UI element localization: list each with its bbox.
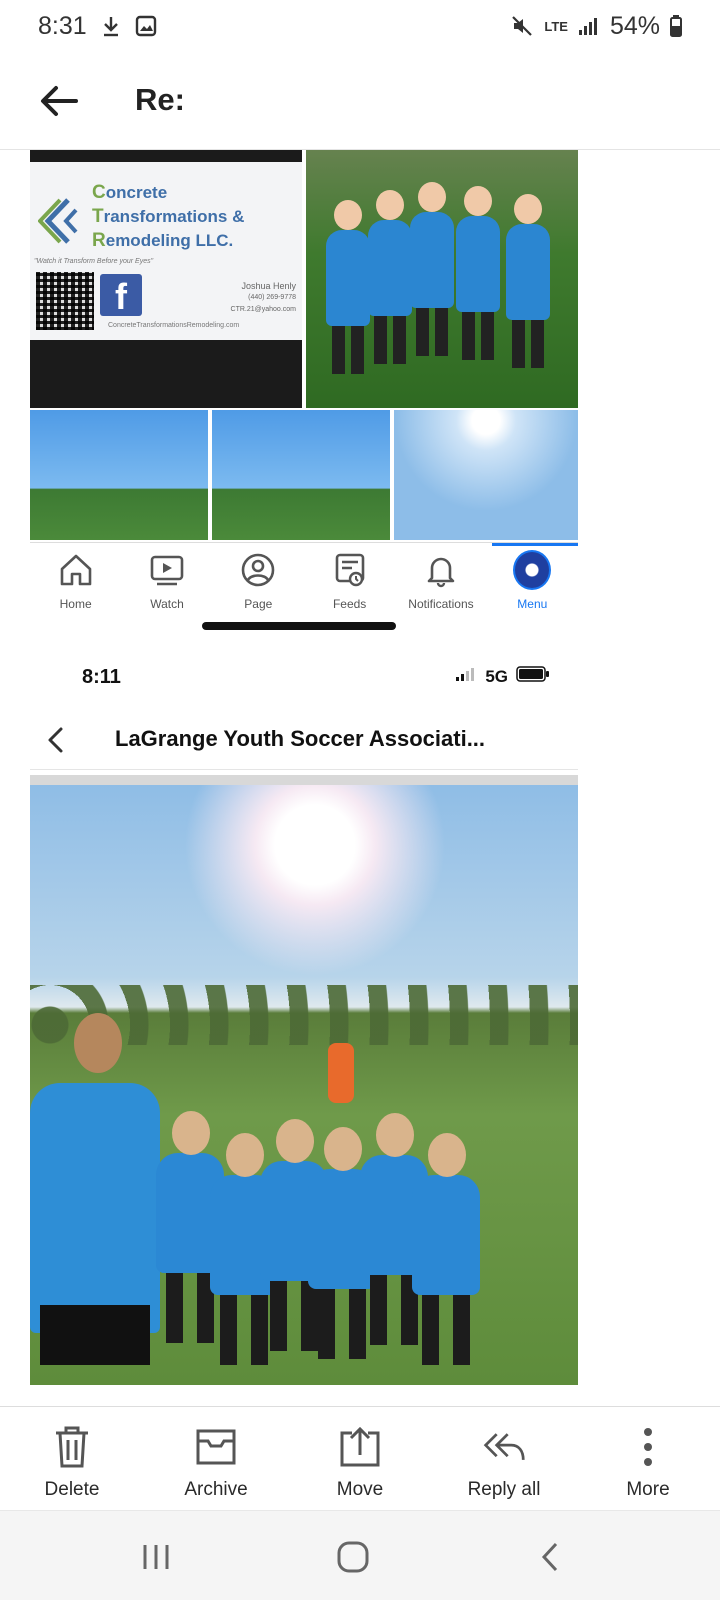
active-tab-indicator [492,543,578,546]
group-title: LaGrange Youth Soccer Associati... [115,726,486,751]
ios-home-indicator [202,622,396,630]
page-icon [239,551,277,589]
chevron-left-icon [46,726,66,754]
move-label: Move [336,1479,384,1500]
coach-shorts [40,1305,150,1365]
business-name-line-2: Transformations & [92,206,245,227]
email-subject: Re: [135,82,185,117]
fb-nav-notifications: Notifications [396,543,486,614]
contact-email: CTR.21@yahoo.com [230,306,296,313]
reply-all-button[interactable]: Reply all [432,1407,576,1510]
player-figure [456,186,500,360]
business-name-line-3: Remodeling LLC. [92,230,234,251]
business-website: ConcreteTransformationsRemodeling.com [108,322,240,329]
field-photo-thumbnail [30,410,208,540]
back-arrow-icon[interactable] [36,78,82,124]
delete-button[interactable]: Delete [0,1407,144,1510]
reply-all-label: Reply all [467,1479,541,1500]
ios-signal-icon [455,667,477,687]
mute-icon [510,14,534,38]
fb-nav-feeds: Feeds [305,543,395,614]
player-figure [410,182,454,356]
field-photo-thumbnail [212,410,390,540]
business-name-line-1: Concrete [92,182,168,203]
battery-percent: 54% [609,11,660,40]
status-time: 8:31 [38,11,87,40]
email-action-bar: Delete Archive Move Reply all More [0,1406,720,1510]
back-chevron-icon[interactable] [530,1537,570,1577]
fb-nav-label: Notifications [408,597,474,611]
coach-figure [328,1043,354,1103]
fb-nav-label: Page [244,597,273,611]
image-notification-icon [135,15,157,37]
facebook-logo-icon: f [100,274,142,317]
player-figure [326,200,370,374]
facebook-photo-grid: Concrete Transformations & Remodeling LL… [30,150,578,545]
field-photo-thumbnail [394,410,578,540]
section-divider [30,775,578,785]
menu-avatar-icon [513,550,552,590]
trash-icon [50,1425,94,1469]
android-nav-bar [0,1510,720,1600]
team-photo [30,785,578,1385]
signal-icon [578,16,600,36]
business-contact: Joshua Henly (440) 269-9778 CTR.21@yahoo… [196,280,296,316]
business-card: Concrete Transformations & Remodeling LL… [30,162,302,340]
fb-nav-home: Home [31,543,121,614]
player-figure [368,190,412,364]
bell-icon [422,551,460,589]
more-button[interactable]: More [576,1407,720,1510]
fb-nav-label: Menu [517,597,548,611]
archive-icon [194,1425,238,1469]
business-card-photo: Concrete Transformations & Remodeling LL… [30,150,302,408]
network-type: LTE [544,18,568,34]
feeds-icon [331,551,369,589]
home-icon [57,551,95,589]
download-icon [101,15,121,37]
more-label: More [626,1479,670,1500]
move-icon [338,1425,382,1469]
home-circle-icon[interactable] [333,1537,373,1577]
recents-icon[interactable] [136,1537,176,1577]
fb-nav-watch: Watch [122,543,212,614]
business-tagline: "Watch it Transform Before your Eyes" [34,258,154,265]
contact-phone: (440) 269-9778 [248,294,296,301]
fb-nav-page: Page [213,543,303,614]
watch-icon [148,551,186,589]
email-header: Re: [0,52,720,150]
ios-battery-icon [516,666,550,687]
email-body[interactable]: Concrete Transformations & Remodeling LL… [0,150,720,1405]
fb-nav-menu: Menu [487,543,577,614]
more-vert-icon [626,1425,670,1469]
contact-name: Joshua Henly [241,281,296,291]
archive-label: Archive [184,1479,248,1500]
move-button[interactable]: Move [288,1407,432,1510]
coach-figure [30,1013,160,1333]
fb-nav-label: Home [59,597,92,611]
ios-status-time: 8:11 [82,666,121,688]
company-logo-icon [38,198,78,244]
status-bar: 8:31 LTE 54% [0,0,720,52]
team-photo-thumbnail [306,150,578,408]
facebook-bottom-nav: Home Watch Page Feeds Notifications Menu [30,542,578,614]
fb-nav-label: Feeds [332,597,367,611]
archive-button[interactable]: Archive [144,1407,288,1510]
ios-status-bar: 8:11 5G [30,658,578,698]
player-figure [412,1133,480,1365]
ios-network: 5G [485,666,508,686]
ios-group-header: LaGrange Youth Soccer Associati... [30,710,578,770]
fb-nav-label: Watch [150,597,184,611]
reply-all-icon [482,1425,526,1469]
qr-code [36,272,94,330]
battery-icon [670,15,682,37]
delete-label: Delete [44,1479,100,1500]
player-figure [506,194,550,368]
